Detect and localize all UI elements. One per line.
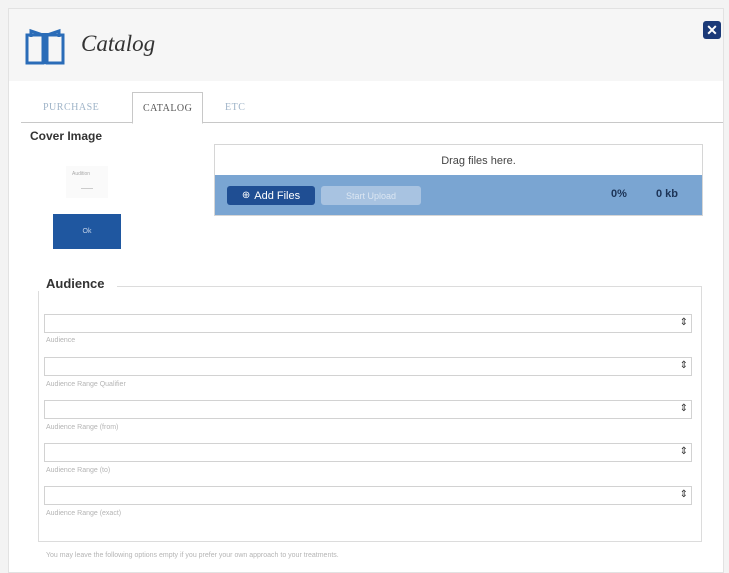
- drop-zone-text: Drag files here.: [441, 155, 516, 167]
- audience-range-from-select[interactable]: ⇕: [44, 400, 692, 419]
- dialog-title: Catalog: [81, 31, 156, 56]
- tab-bar: PURCHASE CATALOG ETC: [21, 92, 723, 124]
- plus-icon: ⊕: [241, 190, 251, 201]
- divider: [81, 188, 93, 189]
- close-icon[interactable]: ✕: [703, 21, 721, 39]
- audience-range-qualifier-select[interactable]: ⇕: [44, 357, 692, 376]
- audience-range-from-label: Audience Range (from): [46, 424, 119, 431]
- audience-range-exact-select[interactable]: ⇕: [44, 486, 692, 505]
- audience-range-to-select[interactable]: ⇕: [44, 443, 692, 462]
- select-arrow-icon: ⇕: [679, 360, 688, 371]
- upload-percent: 0%: [611, 188, 627, 200]
- footnote-text: You may leave the following options empt…: [46, 552, 339, 559]
- select-arrow-icon: ⇕: [679, 446, 688, 457]
- audience-range-qualifier-label: Audience Range Qualifier: [46, 381, 126, 388]
- audience-legend: Audience: [38, 276, 117, 291]
- upload-toolbar: ⊕ Add Files Start Upload 0% 0 kb: [215, 175, 702, 215]
- select-arrow-icon: ⇕: [679, 403, 688, 414]
- audience-range-exact-label: Audience Range (exact): [46, 510, 122, 517]
- cover-image-label: Cover Image: [30, 129, 103, 143]
- file-upload-area[interactable]: Drag files here. ⊕ Add Files Start Uploa…: [214, 144, 703, 216]
- add-files-label: Add Files: [254, 189, 301, 202]
- tab-catalog[interactable]: CATALOG: [132, 92, 204, 124]
- tab-etc[interactable]: ETC: [225, 92, 245, 123]
- cover-thumb-text: Audition: [72, 171, 91, 177]
- dialog-header: Catalog ✕: [9, 9, 723, 81]
- audience-label: Audience: [46, 337, 76, 344]
- add-files-button[interactable]: ⊕ Add Files: [227, 186, 315, 205]
- cover-image-preview[interactable]: Ok: [53, 214, 121, 249]
- book-icon: [25, 28, 65, 65]
- cover-thumbnail: Audition: [66, 166, 108, 198]
- upload-size: 0 kb: [656, 188, 679, 200]
- audience-range-to-label: Audience Range (to): [46, 467, 111, 474]
- tab-purchase[interactable]: PURCHASE: [43, 92, 99, 123]
- select-arrow-icon: ⇕: [679, 317, 688, 328]
- audience-select[interactable]: ⇕: [44, 314, 692, 333]
- start-upload-button[interactable]: Start Upload: [321, 186, 421, 205]
- select-arrow-icon: ⇕: [679, 489, 688, 500]
